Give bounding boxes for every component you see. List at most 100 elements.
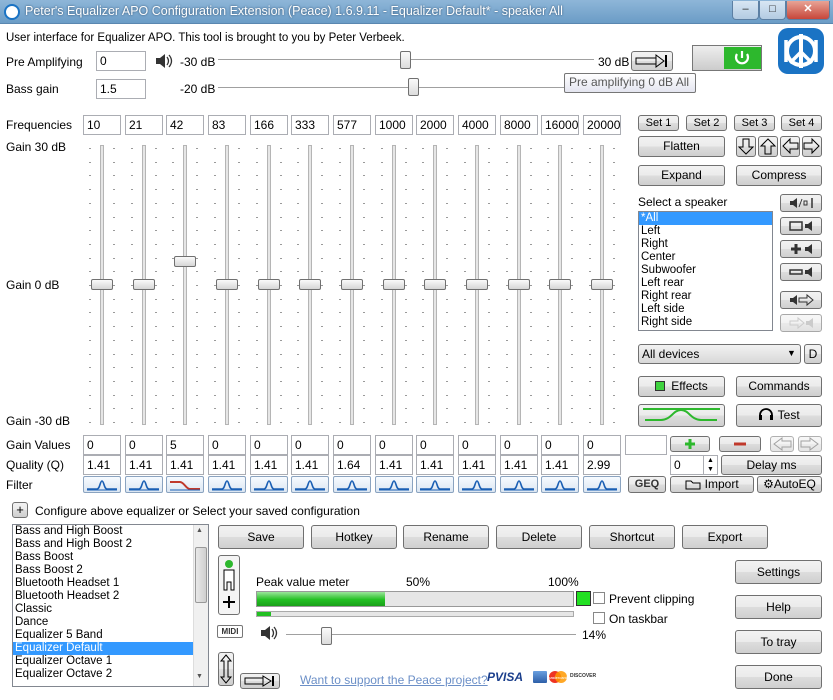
config-item[interactable]: Bass Boost <box>13 551 193 564</box>
filter-type-button[interactable] <box>416 476 454 493</box>
mute-speaker-button[interactable] <box>780 194 822 212</box>
band-slider-track[interactable] <box>183 145 187 425</box>
speaker-list[interactable]: *All Left Right Center Subwoofer Left rear Rig… <box>638 211 773 331</box>
gain-input[interactable]: 0 <box>375 435 413 455</box>
gain-input[interactable]: 0 <box>250 435 288 455</box>
bass-slider-track[interactable] <box>218 87 594 89</box>
gain-input[interactable]: 0 <box>416 435 454 455</box>
config-item[interactable]: Equalizer Octave 2 <box>13 668 193 681</box>
config-expand-button[interactable]: + <box>12 502 28 518</box>
on-taskbar-checkbox[interactable] <box>593 612 605 624</box>
filter-type-button[interactable] <box>583 476 621 493</box>
quality-input[interactable]: 1.41 <box>250 455 288 475</box>
scroll-thumb[interactable] <box>195 547 207 603</box>
effects-button[interactable]: Effects <box>638 376 725 397</box>
shortcut-button[interactable]: Shortcut <box>589 525 675 549</box>
move-left-button[interactable] <box>780 136 800 157</box>
move-down-button[interactable] <box>736 136 756 157</box>
quality-input[interactable]: 1.41 <box>83 455 121 475</box>
bass-input[interactable]: 1.5 <box>96 79 146 99</box>
speaker-item[interactable]: Center <box>639 251 772 264</box>
config-item[interactable]: Bluetooth Headset 2 <box>13 590 193 603</box>
config-list[interactable]: Bass and High Boost Bass and High Boost 2… <box>12 524 209 687</box>
band-slider-thumb[interactable] <box>174 255 196 267</box>
band-slider-thumb[interactable] <box>341 279 363 290</box>
prevent-clipping-checkbox[interactable] <box>593 592 605 604</box>
gain-input[interactable]: 5 <box>166 435 204 455</box>
frequency-input[interactable]: 577 <box>333 115 371 135</box>
frequency-input[interactable]: 2000 <box>416 115 454 135</box>
frequency-input[interactable]: 21 <box>125 115 163 135</box>
filter-type-button[interactable] <box>291 476 329 493</box>
gain-input[interactable]: 0 <box>583 435 621 455</box>
import-button[interactable]: Import <box>670 476 754 493</box>
band-slider-thumb[interactable] <box>508 279 530 290</box>
settings-button[interactable]: Settings <box>735 560 822 584</box>
expand-button[interactable]: Expand <box>638 165 725 186</box>
to-tray-button[interactable]: To tray <box>735 630 822 654</box>
delay-button[interactable]: Delay ms <box>721 455 822 475</box>
set-4-button[interactable]: Set 4 <box>781 115 822 131</box>
band-slider-thumb[interactable] <box>591 279 613 290</box>
frequency-input[interactable]: 1000 <box>375 115 413 135</box>
move-right-button[interactable] <box>802 136 822 157</box>
filter-type-button[interactable] <box>250 476 288 493</box>
remove-speaker-button[interactable] <box>780 263 822 281</box>
gain-input[interactable]: 0 <box>333 435 371 455</box>
band-slider-thumb[interactable] <box>91 279 113 290</box>
close-button[interactable]: ✕ <box>786 1 830 20</box>
quality-input[interactable]: 1.41 <box>208 455 246 475</box>
band-slider-thumb[interactable] <box>383 279 405 290</box>
arrow-left-button[interactable] <box>770 436 794 452</box>
speaker-item[interactable]: Left <box>639 225 772 238</box>
bass-slider-thumb[interactable] <box>407 78 419 96</box>
filter-type-button[interactable] <box>541 476 579 493</box>
config-item[interactable]: Equalizer 5 Band <box>13 629 193 642</box>
add-speaker-button[interactable] <box>780 240 822 258</box>
geq-button[interactable]: GEQ <box>628 476 666 493</box>
gain-input[interactable]: 0 <box>291 435 329 455</box>
config-scrollbar[interactable]: ▲ ▼ <box>193 525 208 686</box>
quality-input[interactable]: 1.41 <box>458 455 496 475</box>
band-slider-thumb[interactable] <box>299 279 321 290</box>
band-slider-thumb[interactable] <box>258 279 280 290</box>
gain-input-extra[interactable] <box>625 435 667 455</box>
quality-input[interactable]: 1.41 <box>416 455 454 475</box>
quality-input[interactable]: 2.99 <box>583 455 621 475</box>
config-item[interactable]: Dance <box>13 616 193 629</box>
preamp-slider-thumb[interactable] <box>400 51 411 69</box>
volume-icon[interactable] <box>259 624 279 642</box>
speaker-item[interactable]: Left rear <box>639 277 772 290</box>
quality-input[interactable]: 1.64 <box>333 455 371 475</box>
speaker-item[interactable]: Right side <box>639 316 772 329</box>
rename-button[interactable]: Rename <box>403 525 489 549</box>
gain-input[interactable]: 0 <box>500 435 538 455</box>
config-item[interactable]: Classic <box>13 603 193 616</box>
set-2-button[interactable]: Set 2 <box>686 115 727 131</box>
config-item[interactable]: Bass Boost 2 <box>13 564 193 577</box>
frequency-input[interactable]: 4000 <box>458 115 496 135</box>
delay-spinner[interactable]: ▲ ▼ <box>703 456 717 474</box>
frequency-input[interactable]: 10 <box>83 115 121 135</box>
speaker-item[interactable]: Subwoofer <box>639 264 772 277</box>
quality-input[interactable]: 1.41 <box>541 455 579 475</box>
frequency-input[interactable]: 42 <box>166 115 204 135</box>
done-button[interactable]: Done <box>735 665 822 689</box>
frequency-input[interactable]: 16000 <box>541 115 579 135</box>
frequency-input[interactable]: 20000 <box>583 115 621 135</box>
quality-input[interactable]: 1.41 <box>375 455 413 475</box>
move-up-button[interactable] <box>758 136 778 157</box>
filter-type-button[interactable] <box>125 476 163 493</box>
filter-type-button[interactable] <box>208 476 246 493</box>
config-item[interactable]: Equalizer Octave 1 <box>13 655 193 668</box>
speaker-send-button[interactable] <box>780 291 822 309</box>
volume-slider-thumb[interactable] <box>320 627 332 645</box>
config-item[interactable]: Bass and High Boost <box>13 525 193 538</box>
band-slider-thumb[interactable] <box>466 279 488 290</box>
scroll-up-icon[interactable]: ▲ <box>196 527 203 534</box>
user-config-button[interactable] <box>218 555 240 615</box>
speaker-item[interactable]: Right rear <box>639 290 772 303</box>
config-item[interactable]: Bass and High Boost 2 <box>13 538 193 551</box>
filter-type-button[interactable] <box>500 476 538 493</box>
set-3-button[interactable]: Set 3 <box>734 115 775 131</box>
